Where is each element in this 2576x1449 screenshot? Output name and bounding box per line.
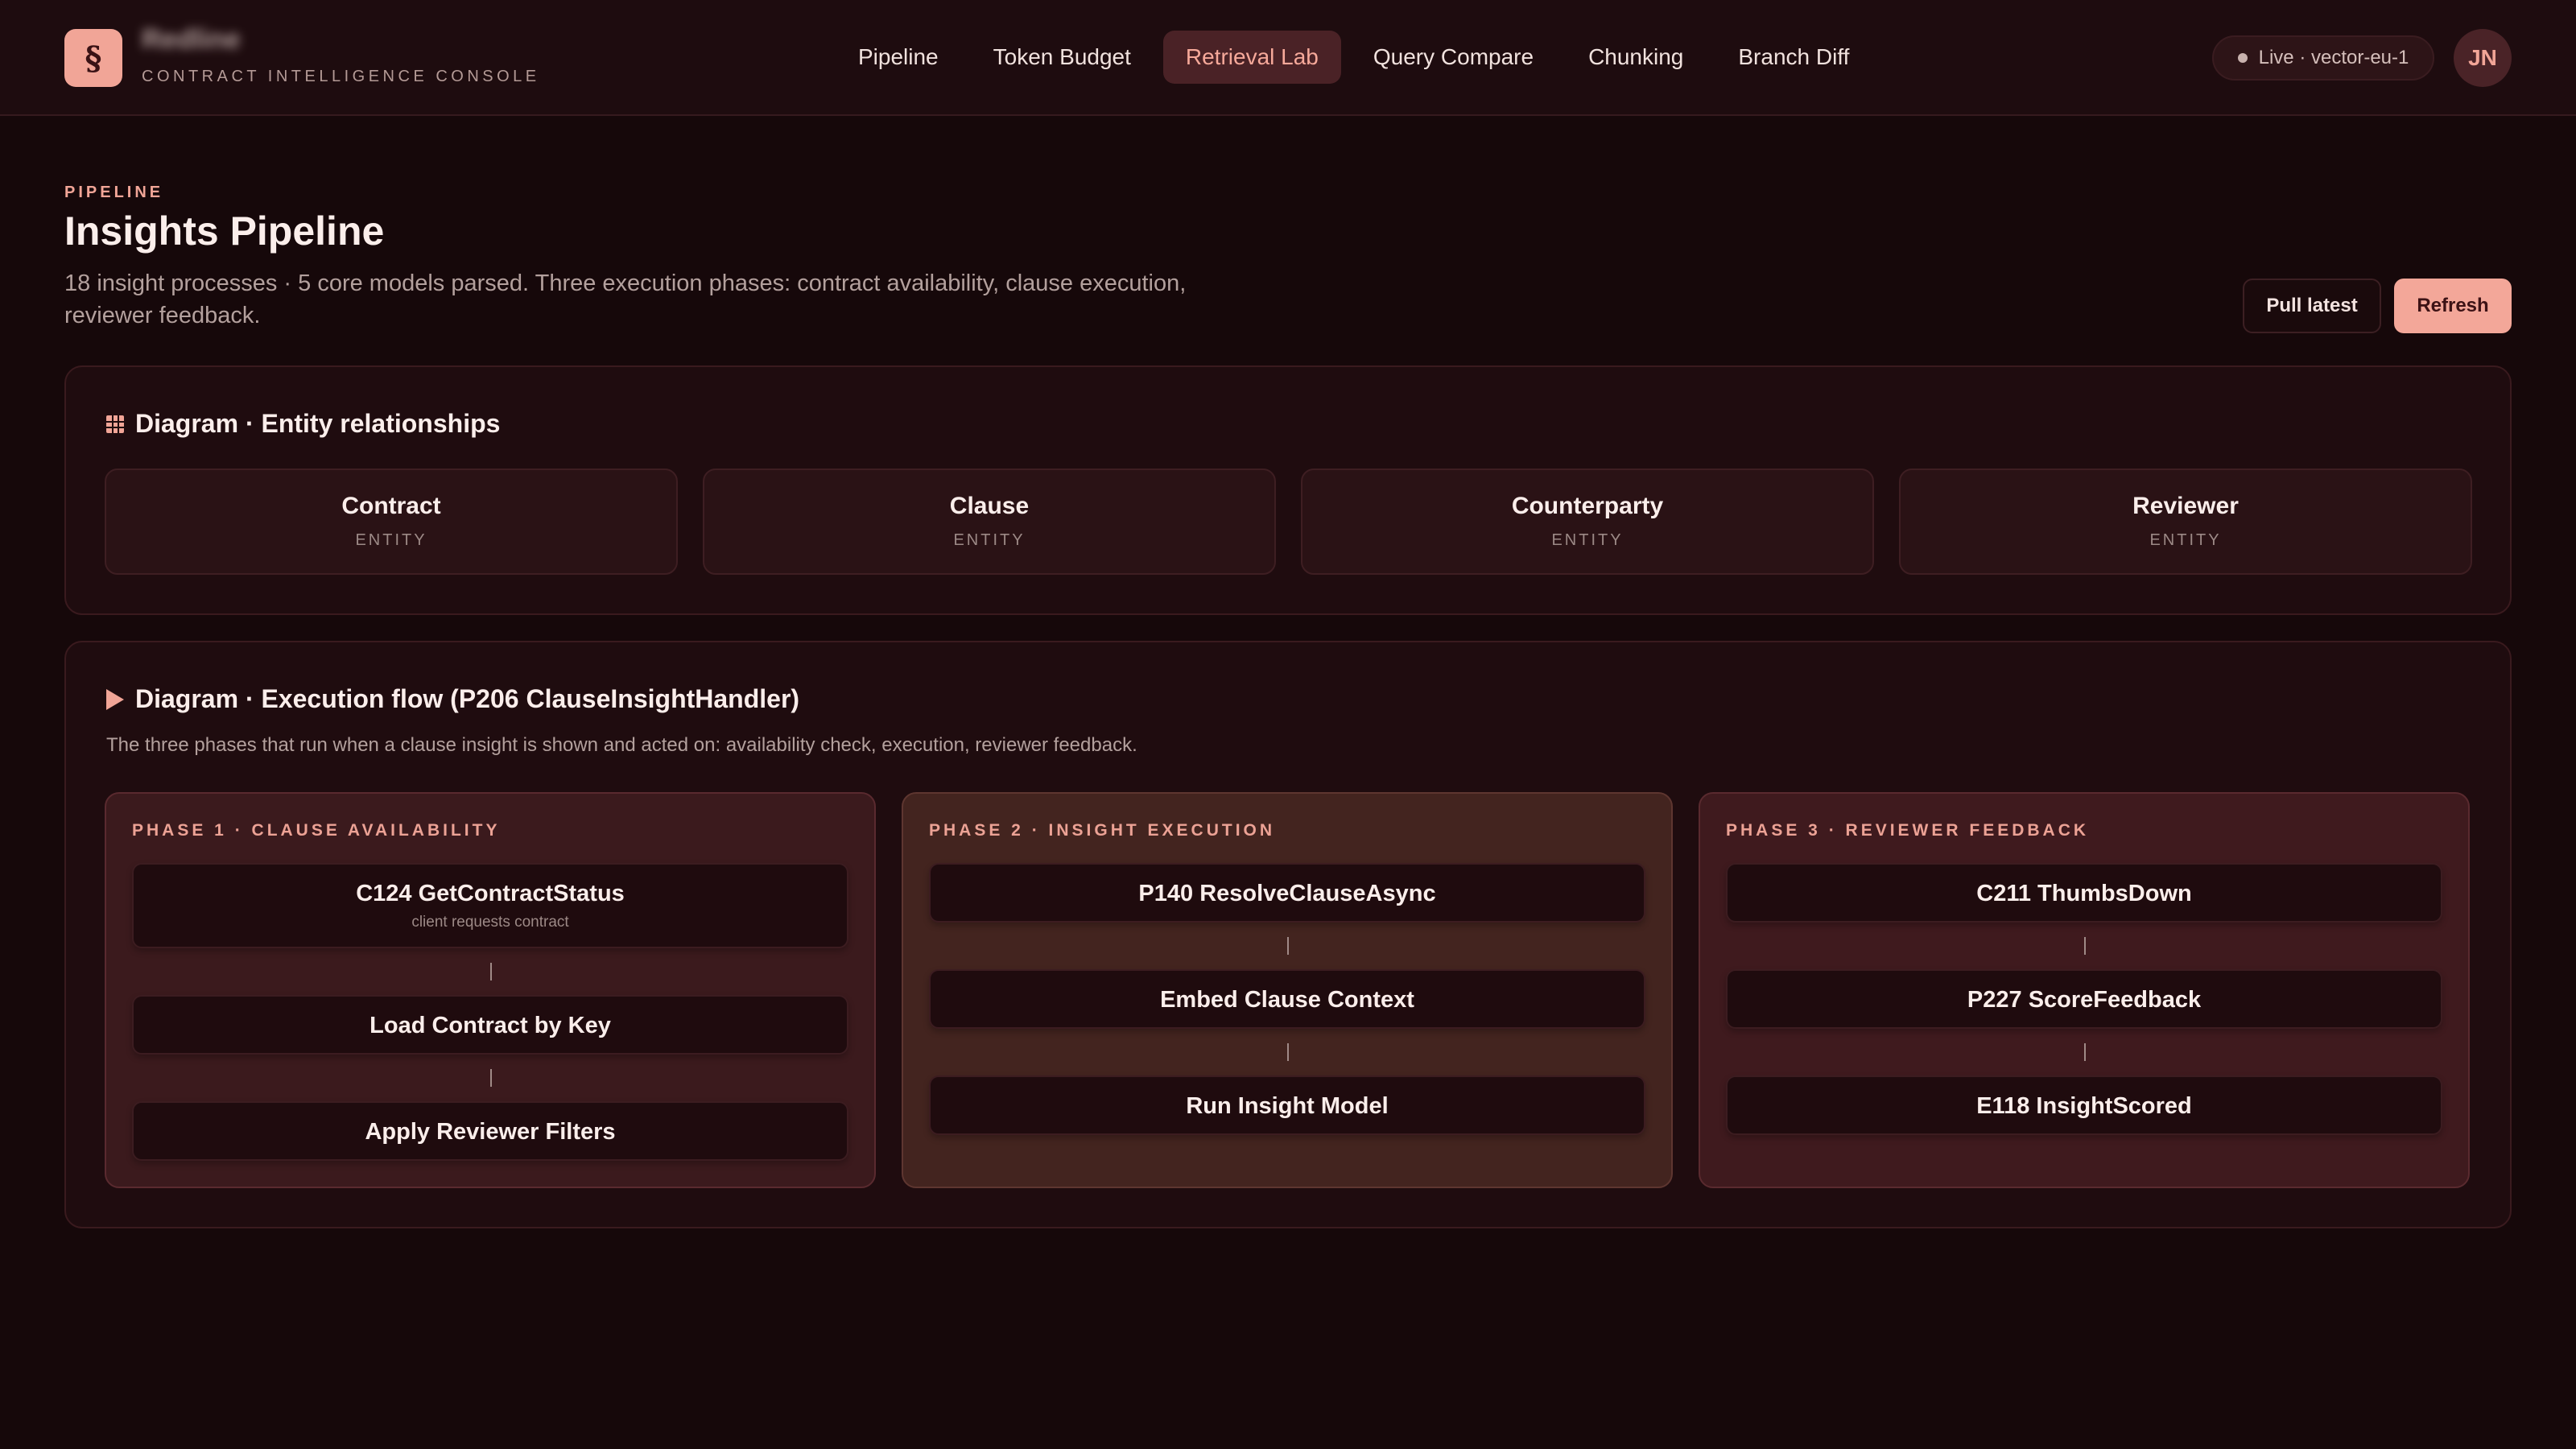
nav-item-retrieval-lab[interactable]: Retrieval Lab xyxy=(1162,31,1341,84)
flow-step[interactable]: Embed Clause Context xyxy=(929,969,1645,1029)
flow-connector xyxy=(2084,1043,2086,1061)
phase-label: PHASE 2 · INSIGHT EXECUTION xyxy=(929,821,1276,840)
entity-name: Reviewer xyxy=(2132,493,2239,519)
avatar[interactable]: JN xyxy=(2454,29,2512,87)
entity-type: ENTITY xyxy=(1551,531,1624,549)
top-bar: § Redline CONTRACT INTELLIGENCE CONSOLE … xyxy=(0,0,2576,116)
step-title: Embed Clause Context xyxy=(1160,987,1414,1013)
nav-item-chunking[interactable]: Chunking xyxy=(1566,31,1706,84)
phase-label: PHASE 1 · CLAUSE AVAILABILITY xyxy=(132,821,501,840)
flow-connector xyxy=(490,963,492,980)
step-subtitle: client requests contract xyxy=(411,914,569,931)
flow-connector xyxy=(2084,937,2086,955)
brand-subtitle: CONTRACT INTELLIGENCE CONSOLE xyxy=(142,68,540,85)
entity-card-counterparty[interactable]: Counterparty ENTITY xyxy=(1301,469,1874,575)
page-description: 18 insight processes · 5 core models par… xyxy=(64,270,1187,328)
step-title: Run Insight Model xyxy=(1186,1093,1389,1119)
step-title: C124 GetContractStatus xyxy=(356,881,625,906)
phase-2-card: PHASE 2 · INSIGHT EXECUTION P140 Resolve… xyxy=(902,792,1673,1188)
step-title: E118 InsightScored xyxy=(1976,1093,2192,1119)
nav-item-token-budget[interactable]: Token Budget xyxy=(971,31,1154,84)
flow-connector xyxy=(1287,1043,1289,1061)
pull-latest-button[interactable]: Pull latest xyxy=(2243,279,2381,333)
flow-step[interactable]: Load Contract by Key xyxy=(132,995,848,1055)
entity-type: ENTITY xyxy=(2149,531,2222,549)
flow-panel-title: Diagram · Execution flow (P206 ClauseIns… xyxy=(135,684,800,713)
live-status-label: Live · vector-eu-1 xyxy=(2258,47,2409,68)
flow-step[interactable]: Apply Reviewer Filters xyxy=(132,1101,848,1161)
brand-name: Redline xyxy=(142,24,241,55)
entity-card-clause[interactable]: Clause ENTITY xyxy=(703,469,1276,575)
step-title: Apply Reviewer Filters xyxy=(365,1119,616,1145)
app-logo[interactable]: § xyxy=(64,29,122,87)
page-eyebrow: PIPELINE xyxy=(64,184,164,201)
flow-step[interactable]: C211 ThumbsDown xyxy=(1726,863,2442,923)
step-title: C211 ThumbsDown xyxy=(1976,881,2192,906)
entity-type: ENTITY xyxy=(355,531,427,549)
main-nav: Pipeline Token Budget Retrieval Lab Quer… xyxy=(836,31,1872,84)
flow-connector xyxy=(1287,937,1289,955)
entity-card-contract[interactable]: Contract ENTITY xyxy=(105,469,678,575)
entity-panel-title: Diagram · Entity relationships xyxy=(135,409,501,438)
flow-step[interactable]: E118 InsightScored xyxy=(1726,1075,2442,1135)
nav-item-query-compare[interactable]: Query Compare xyxy=(1351,31,1556,84)
execution-flow-panel: Diagram · Execution flow (P206 ClauseIns… xyxy=(64,641,2512,1228)
entity-card-reviewer[interactable]: Reviewer ENTITY xyxy=(1899,469,2472,575)
page-title: Insights Pipeline xyxy=(64,208,385,254)
entity-type: ENTITY xyxy=(953,531,1026,549)
grid-icon xyxy=(106,415,124,433)
refresh-button[interactable]: Refresh xyxy=(2394,279,2512,333)
live-dot-icon xyxy=(2237,53,2248,63)
flow-step[interactable]: C124 GetContractStatus client requests c… xyxy=(132,863,848,948)
phase-label: PHASE 3 · REVIEWER FEEDBACK xyxy=(1726,821,2090,840)
entity-name: Clause xyxy=(949,493,1030,519)
flow-panel-heading: Diagram · Execution flow (P206 ClauseIns… xyxy=(106,684,799,714)
phase-3-card: PHASE 3 · REVIEWER FEEDBACK C211 ThumbsD… xyxy=(1699,792,2470,1188)
flow-panel-description: The three phases that run when a clause … xyxy=(106,734,1137,756)
step-title: P140 ResolveClauseAsync xyxy=(1138,881,1436,906)
phase-1-card: PHASE 1 · CLAUSE AVAILABILITY C124 GetCo… xyxy=(105,792,876,1188)
flow-step[interactable]: P140 ResolveClauseAsync xyxy=(929,863,1645,923)
flow-step[interactable]: Run Insight Model xyxy=(929,1075,1645,1135)
entity-name: Contract xyxy=(341,493,441,519)
flow-step[interactable]: P227 ScoreFeedback xyxy=(1726,969,2442,1029)
entity-panel-heading: Diagram · Entity relationships xyxy=(106,409,500,439)
play-icon xyxy=(106,688,124,710)
nav-item-branch-diff[interactable]: Branch Diff xyxy=(1715,31,1872,84)
step-title: P227 ScoreFeedback xyxy=(1967,987,2202,1013)
entity-name: Counterparty xyxy=(1511,493,1664,519)
step-title: Load Contract by Key xyxy=(369,1013,611,1038)
entity-relationships-panel: Diagram · Entity relationships Contract … xyxy=(64,365,2512,615)
flow-connector xyxy=(490,1069,492,1087)
nav-item-pipeline[interactable]: Pipeline xyxy=(836,31,961,84)
live-status-pill[interactable]: Live · vector-eu-1 xyxy=(2212,35,2434,80)
